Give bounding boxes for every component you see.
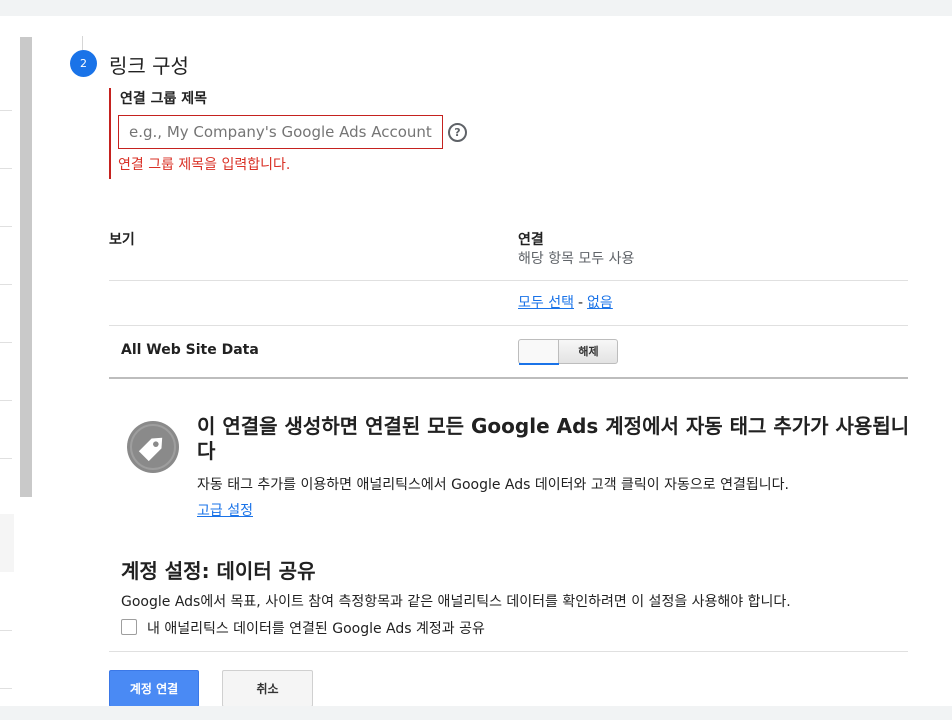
link-group-title-field-group: 연결 그룹 제목 ? 연결 그룹 제목을 입력합니다. bbox=[109, 88, 509, 179]
bottom-bar bbox=[0, 706, 952, 720]
data-sharing-description: Google Ads에서 목표, 사이트 참여 측정항목과 같은 애널리틱스 데… bbox=[121, 594, 791, 610]
auto-tagging-title: 이 연결을 생성하면 연결된 모든 Google Ads 계정에서 자동 태그 … bbox=[197, 414, 910, 463]
scrollbar[interactable] bbox=[20, 37, 32, 497]
select-all-link[interactable]: 모두 선택 bbox=[518, 295, 574, 311]
data-sharing-checkbox[interactable] bbox=[121, 619, 137, 635]
step-title: 링크 구성 bbox=[109, 54, 189, 78]
help-icon[interactable]: ? bbox=[448, 123, 467, 142]
view-row-name: All Web Site Data bbox=[121, 342, 259, 358]
table-divider bbox=[109, 325, 908, 326]
select-separator: - bbox=[577, 295, 584, 311]
actions-divider bbox=[109, 651, 908, 652]
data-sharing-checkbox-label[interactable]: 내 애널리틱스 데이터를 연결된 Google Ads 계정과 공유 bbox=[147, 618, 485, 638]
select-all-none: 모두 선택 - 없음 bbox=[518, 292, 613, 312]
toggle-knob bbox=[519, 340, 559, 363]
view-column-header: 보기 bbox=[109, 232, 135, 248]
tag-icon bbox=[127, 421, 179, 473]
view-link-toggle[interactable]: 해제 bbox=[518, 339, 618, 365]
data-sharing-title: 계정 설정: 데이터 공유 bbox=[121, 559, 316, 583]
link-column-header: 연결 bbox=[518, 232, 544, 248]
table-bottom-divider bbox=[109, 377, 908, 379]
cancel-button[interactable]: 취소 bbox=[222, 670, 313, 707]
top-bar bbox=[0, 0, 952, 16]
link-group-title-input[interactable] bbox=[118, 115, 443, 149]
link-column-subheader: 해당 항목 모두 사용 bbox=[518, 251, 635, 267]
table-divider bbox=[109, 280, 908, 281]
link-group-title-error: 연결 그룹 제목을 입력합니다. bbox=[118, 157, 291, 173]
toggle-state-label: 해제 bbox=[578, 345, 599, 358]
select-none-link[interactable]: 없음 bbox=[587, 295, 613, 311]
step-number-badge: 2 bbox=[70, 50, 97, 77]
toggle-underline bbox=[519, 363, 559, 365]
advanced-settings-link[interactable]: 고급 설정 bbox=[197, 500, 253, 520]
auto-tagging-description: 자동 태그 추가를 이용하면 애널리틱스에서 Google Ads 데이터와 고… bbox=[197, 477, 789, 493]
link-group-title-label: 연결 그룹 제목 bbox=[120, 91, 208, 107]
left-nav-edge bbox=[0, 16, 14, 706]
link-accounts-button[interactable]: 계정 연결 bbox=[109, 670, 199, 707]
